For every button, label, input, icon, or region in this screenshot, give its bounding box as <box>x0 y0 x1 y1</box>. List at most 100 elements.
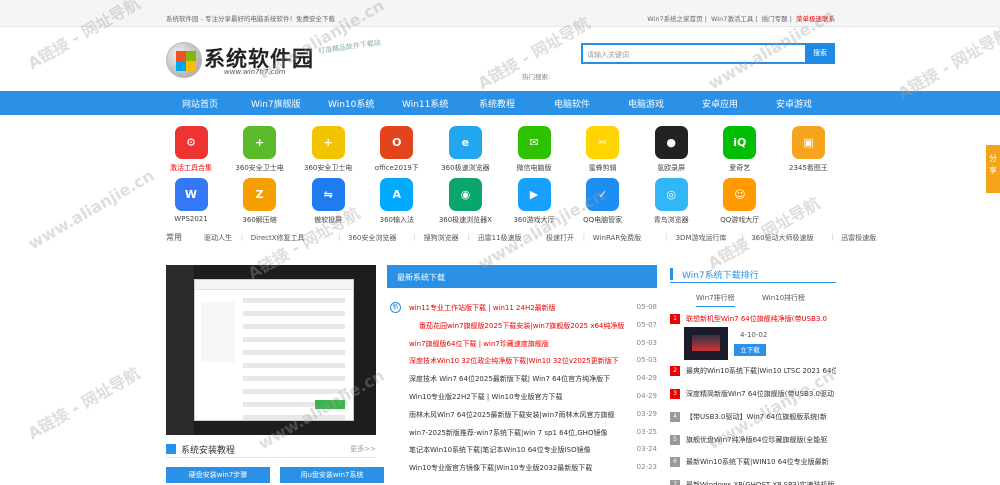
app-activation-tool[interactable]: ⚙ 激活工具合集 <box>156 126 226 173</box>
app-apowersoft-mirror[interactable]: ⇋ 傲软投屏 <box>293 178 363 225</box>
app-360-input[interactable]: A 360输入法 <box>362 178 432 225</box>
tab-win10-rank[interactable]: Win10排行榜 <box>762 293 805 303</box>
nav-win7[interactable]: Win7旗舰版 <box>251 97 301 110</box>
app-label: 青鸟浏览器 <box>653 216 689 224</box>
rank-item[interactable]: 3 深度精简新版Win7 64位旗舰版(带USB3.0驱动 <box>670 388 836 402</box>
nav-home[interactable]: 网站首页 <box>182 97 218 110</box>
bee-editor-icon: ✂ <box>586 126 620 159</box>
common-item[interactable]: 极速打开 <box>546 233 574 243</box>
360-input-icon: A <box>380 178 414 211</box>
rank-item[interactable]: 1 联想新机型Win7 64位旗舰纯净版(带USB3.0 <box>670 313 836 327</box>
hdd-install-button[interactable]: 硬盘安装win7步骤 <box>166 467 270 483</box>
app-bee-editor[interactable]: ✂ 蜜蜂剪辑 <box>568 126 638 173</box>
news-item[interactable]: 新 win11专业工作站版下载 | win11 24H2最新版 05-08 <box>387 301 657 315</box>
app-360-browser-x[interactable]: ◉ 360极速浏览器X <box>430 178 500 225</box>
common-item[interactable]: 迅雷11极速版 <box>478 233 522 243</box>
usb-install-button[interactable]: 用u盘安装win7系统 <box>280 467 384 483</box>
separator: | <box>467 233 470 241</box>
news-item-title: 番茄花园win7旗舰版2025下载安装|win7旗舰版2025 x64纯净版 <box>419 321 625 330</box>
news-item-title: Win10专业版官方镜像下载|Win10专业版2032最新版下载 <box>409 464 593 473</box>
rank-item[interactable]: 6 最新Win10系统下载|WIN10 64位专业版最新 <box>670 456 836 470</box>
app-wechat[interactable]: ✉ 微信电脑版 <box>499 126 569 173</box>
common-item[interactable]: DirectX修复工具 <box>251 233 305 243</box>
new-badge-icon: 新 <box>390 302 401 313</box>
nav-win11[interactable]: Win11系统 <box>402 97 448 110</box>
news-item[interactable]: win7-2025新版推荐-win7系统下载|win 7 sp1 64位,GHO… <box>387 426 657 440</box>
tutorial-more-link[interactable]: 更多>> <box>350 444 376 454</box>
app-label: 傲软投屏 <box>314 216 343 224</box>
separator: | <box>338 233 341 241</box>
top-link-activation[interactable]: Win7激活工具 <box>711 15 753 23</box>
share-button[interactable]: 分享 <box>986 145 1000 193</box>
news-title: 最新系统下载 <box>397 273 445 282</box>
news-item[interactable]: 笔记本Win10系统下载|笔记本Win10 64位专业版ISO镜像 03-24 <box>387 443 657 457</box>
search-button[interactable]: 搜索 <box>805 43 835 64</box>
news-item[interactable]: win7旗舰版64位下载 | win7珍藏速度旗舰版 05-03 <box>387 337 657 351</box>
360-browser-x-icon: ◉ <box>448 178 482 211</box>
top-link-contact[interactable]: 菜单极速联系 <box>796 15 835 23</box>
app-label: 360安全卫士电 <box>235 164 284 172</box>
tab-win7-rank[interactable]: Win7排行榜 <box>696 293 735 307</box>
rank-item-title: 最新Windows XP(GHOST XP SP3)实速装机版 <box>686 481 835 485</box>
news-item[interactable]: Win10专业版官方镜像下载|Win10专业版2032最新版下载 02-23 <box>387 461 657 475</box>
nav-android-apps[interactable]: 安卓应用 <box>702 97 738 110</box>
app-office[interactable]: Ooffice2019下 <box>362 126 432 173</box>
feature-download-button[interactable]: 立下载 <box>734 344 766 356</box>
app-label: 蜜蜂剪辑 <box>588 164 617 172</box>
rank-item[interactable]: 7 最新Windows XP(GHOST XP SP3)实速装机版 <box>670 479 836 485</box>
app-360-browser[interactable]: e 360极速浏览器 <box>430 126 500 173</box>
top-bar-tagline: 系统软件园 - 专注分享最好的电脑系统软件！免费安全下载 <box>166 15 335 23</box>
feature-date: 4-10-02 <box>740 331 768 339</box>
common-item[interactable]: WinRAR免费版 <box>593 233 641 243</box>
rank-item-title: 深度精简新版Win7 64位旗舰版(带USB3.0驱动 <box>686 390 834 398</box>
separator: | <box>665 233 668 241</box>
news-item-date: 03-29 <box>636 409 657 418</box>
app-label: office2019下 <box>374 164 419 172</box>
nav-pc-games[interactable]: 电脑游戏 <box>628 97 664 110</box>
app-360-security[interactable]: +360安全卫士电 <box>225 126 295 173</box>
nav-tutorials[interactable]: 系统教程 <box>479 97 515 110</box>
app-2345-viewer[interactable]: ▣ 2345看图王 <box>773 126 843 173</box>
news-item-date: 05-07 <box>636 320 657 329</box>
app-iqiyi[interactable]: iQ 爱奇艺 <box>705 126 775 173</box>
rank-item[interactable]: 4 【带USB3.0驱动】Win7 64位旗舰版系统(新 <box>670 411 836 425</box>
common-item[interactable]: 迅雷极速版 <box>841 233 876 243</box>
news-item[interactable]: 深度技术 Win7 64位2025最新版下载| Win7 64位官方纯净版下 04… <box>387 372 657 386</box>
app-360-zip[interactable]: Z 360解压缩 <box>225 178 295 225</box>
common-item[interactable]: 360驱动大师极速版 <box>751 233 813 243</box>
rank-feature[interactable]: 4-10-02 立下载 <box>684 327 834 360</box>
top-link-topics[interactable]: 插门专题 <box>762 15 788 23</box>
common-item[interactable]: 3DM游戏运行库 <box>676 233 727 243</box>
app-wps[interactable]: W WPS2021 <box>156 178 226 223</box>
featured-screenshot[interactable] <box>166 265 376 435</box>
news-item[interactable]: 番茄花园win7旗舰版2025下载安装|win7旗舰版2025 x64纯净版 05… <box>387 319 657 333</box>
main-nav: 网站首页 Win7旗舰版 Win10系统 Win11系统 系统教程 电脑软件 电… <box>0 91 1000 115</box>
common-item[interactable]: 驱动人生 <box>204 233 232 243</box>
rank-header: Win7系统下载排行 <box>670 265 836 283</box>
news-item[interactable]: Win10专业版22H2下载 | Win10专业版官方下载 04-29 <box>387 390 657 404</box>
site-logo[interactable]: 系统软件园 www.win7h7.com <box>166 42 313 78</box>
search-input[interactable]: 请输入关键词 <box>581 43 807 64</box>
app-360-security[interactable]: +360安全卫士电 <box>293 126 363 173</box>
news-item[interactable]: 雨林木风Win7 64位2025最新版下载安装|win7雨林木风官方旗舰 03-2… <box>387 408 657 422</box>
rank-item[interactable]: 5 旗舰优盘Win7纯净版64位珍藏旗舰版(全能驱 <box>670 434 836 448</box>
app-qingniao-browser[interactable]: ◎ 青鸟浏览器 <box>636 178 706 225</box>
news-item-date: 05-08 <box>636 303 657 311</box>
top-link-home[interactable]: Win7系统之家首页 <box>647 15 702 23</box>
common-item[interactable]: 搜狗浏览器 <box>424 233 459 243</box>
common-item[interactable]: 360安全浏览器 <box>348 233 396 243</box>
office-icon: O <box>380 126 414 159</box>
nav-win10[interactable]: Win10系统 <box>328 97 374 110</box>
app-qq-game[interactable]: ☺ QQ游戏大厅 <box>705 178 775 225</box>
app-screen-recorder[interactable]: ● 氢欧录屏 <box>636 126 706 173</box>
app-360-game[interactable]: ▶ 360游戏大厅 <box>499 178 569 225</box>
nav-android-games[interactable]: 安卓游戏 <box>776 97 812 110</box>
separator: | <box>413 233 416 241</box>
rank-marker-icon <box>670 268 673 280</box>
app-label: 360输入法 <box>379 216 414 224</box>
nav-software[interactable]: 电脑软件 <box>554 97 590 110</box>
app-qq-manager[interactable]: ✓ QQ电脑管家 <box>568 178 638 225</box>
rank-item[interactable]: 2 最爽的Win10系统下载|Win10 LTSC 2021 64位企 <box>670 365 836 379</box>
separator: | <box>582 233 586 241</box>
news-item[interactable]: 深度技术Win10 32位政企纯净版下载|Win10 32位v2025更新版下 0… <box>387 354 657 368</box>
